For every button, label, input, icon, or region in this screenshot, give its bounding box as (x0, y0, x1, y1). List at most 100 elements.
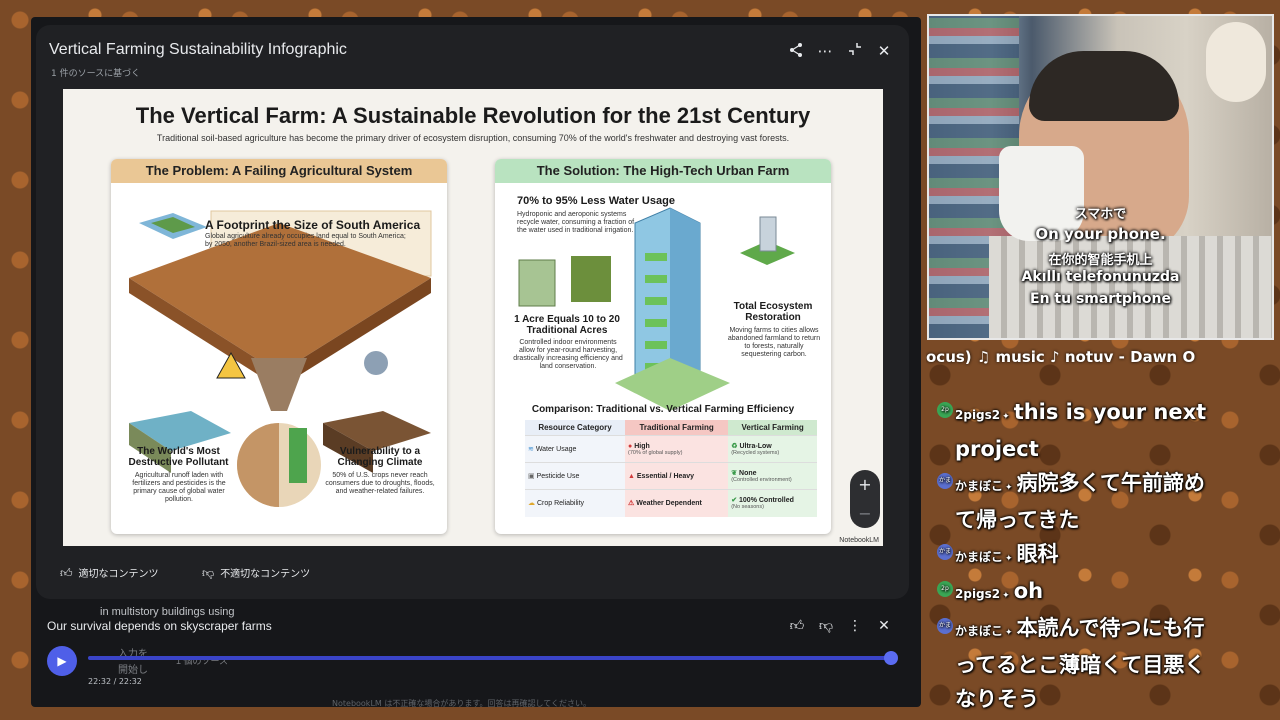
plush-bear (1206, 22, 1266, 102)
table-header: Traditional Farming (625, 420, 729, 436)
chat-username: かまぼこ (955, 624, 1004, 638)
avatar: かま (937, 544, 953, 560)
play-button[interactable]: ▶ (47, 646, 77, 676)
comparison-table: Resource Category Traditional Farming Ve… (525, 420, 817, 517)
pollutant-text: Agricultural runoff laden with fertilize… (132, 472, 226, 503)
chat-message: かま かまぼこ ✦ 本読んで待つにも行ってるとこ薄暗くて目悪くなりそう (935, 612, 1225, 717)
solution-header: The Solution: The High-Tech Urban Farm (495, 159, 831, 183)
table-row: ▣ Pesticide Use ▲ Essential / Heavy ❦ No… (525, 462, 817, 490)
footprint-title: A Footprint the Size of South America (205, 218, 421, 232)
acre-title: 1 Acre Equals 10 to 20 Traditional Acres (514, 314, 620, 336)
good-content-button[interactable]: 👍︎ 適切なコンテンツ (60, 560, 159, 586)
avatar: 2p (937, 581, 953, 597)
thumbs-up-icon[interactable]: 👍︎ (787, 616, 807, 636)
table-header: Resource Category (525, 420, 625, 436)
notebooklm-watermark: NotebookLM (839, 537, 879, 544)
modal-subtitle: 1 件のソースに基づく (51, 69, 141, 79)
close-icon[interactable]: ✕ (875, 42, 893, 60)
avatar: 2p (937, 402, 953, 418)
modal-title: Vertical Farming Sustainability Infograp… (49, 41, 347, 58)
chat-username: かまぼこ (955, 479, 1004, 493)
flame-icon: ▲ (628, 472, 637, 480)
water-title: 70% to 95% Less Water Usage (517, 195, 675, 207)
table-cell: ❦ None (Controlled environment) (728, 462, 817, 490)
problem-panel: The Problem: A Failing Agricultural Syst… (111, 159, 447, 534)
thumbs-down-icon[interactable]: 👎︎ (816, 616, 836, 636)
collapse-icon[interactable] (846, 42, 864, 60)
background-text: in multistory buildings using (100, 606, 235, 618)
table-cell: ⚠ Weather Dependent (625, 489, 729, 517)
chat-message: かま かまぼこ ✦ 病院多くて午前諦めて帰ってきた (935, 467, 1225, 538)
more-icon[interactable]: ⋯ (816, 42, 834, 60)
badge-icon: ✦ (1005, 554, 1013, 564)
table-cell: ● High (70% of global supply) (625, 435, 729, 463)
climate-text: 50% of U.S. crops never reach consumers … (325, 472, 435, 495)
playback-time: 22:32 / 22:32 (88, 677, 142, 686)
chat-username: かまぼこ (955, 550, 1004, 564)
table-header: Vertical Farming (728, 420, 817, 436)
warning-icon: ⚠ (628, 500, 637, 508)
climate-title: Vulnerability to a Changing Climate (337, 446, 423, 468)
problem-header: The Problem: A Failing Agricultural Syst… (111, 159, 447, 183)
background-text: 開始し (118, 665, 148, 676)
thumbs-down-icon: 👎︎ (202, 566, 215, 580)
badge-icon: ✦ (1005, 483, 1013, 493)
chat-text: oh (1013, 579, 1044, 603)
caption-line: スマホで (1074, 207, 1127, 222)
avatar: かま (937, 473, 953, 489)
chat-message: 2p 2pigs2 ✦ this is your next project (935, 396, 1225, 467)
infographic-image: The Vertical Farm: A Sustainable Revolut… (63, 89, 883, 546)
infographic-title: The Vertical Farm: A Sustainable Revolut… (135, 103, 811, 128)
share-icon[interactable] (787, 42, 805, 60)
spray-icon: ▣ (528, 473, 537, 480)
caption-line: 在你的智能手机上 (1048, 253, 1153, 268)
acre-text: Controlled indoor environments allow for… (513, 339, 623, 370)
close-icon[interactable]: ✕ (874, 616, 894, 636)
solution-panel: The Solution: The High-Tech Urban Farm 7… (495, 159, 831, 534)
restore-title: Total Ecosystem Restoration (733, 301, 813, 323)
table-cell: ☁ Crop Reliability (525, 489, 625, 517)
infographic-subtitle: Traditional soil-based agriculture has b… (156, 133, 790, 143)
table-row: ☁ Crop Reliability ⚠ Weather Dependent ✔… (525, 489, 817, 517)
table-cell: ✔ 100% Controlled (No seasons) (728, 489, 817, 517)
table-cell: ▲ Essential / Heavy (625, 462, 729, 490)
zoom-out-button[interactable]: − (850, 499, 880, 528)
chat-text: 眼科 (1016, 542, 1059, 566)
zoom-in-button[interactable]: + (850, 470, 880, 499)
leaf-icon: ❦ (731, 470, 740, 477)
comparison-title: Comparison: Traditional vs. Vertical Far… (531, 404, 795, 415)
disclaimer-text: NotebookLM は不正確な場合があります。回答は再確認してください。 (332, 699, 592, 708)
chat-username: 2pigs2 (955, 408, 1001, 422)
chat-username: 2pigs2 (955, 587, 1001, 601)
play-icon: ▶ (57, 654, 67, 668)
chat-panel: 2p 2pigs2 ✦ this is your next project かま かまぼこ… (935, 396, 1225, 717)
more-icon[interactable]: ⋮ (845, 616, 865, 636)
pollutant-title: The World's Most Destructive Pollutant (128, 446, 229, 468)
table-cell: ▣ Pesticide Use (525, 462, 625, 490)
zoom-controls: + − (850, 470, 880, 528)
caption-line: En tu smartphone (1030, 291, 1171, 307)
badge-icon: ✦ (1002, 412, 1010, 422)
progress-bar[interactable] (88, 656, 890, 660)
badge-icon: ✦ (1005, 628, 1013, 638)
table-cell: ≋ Water Usage (525, 435, 625, 463)
check-icon: ✔ (731, 497, 740, 505)
now-playing-ticker: ocus) ♫ music ♪ notuv - Dawn O (926, 348, 1196, 366)
avatar: かま (937, 618, 953, 634)
footprint-text: Global agriculture already occupies land… (205, 233, 406, 248)
chat-message: 2p 2pigs2 ✦ oh (935, 575, 1225, 612)
weather-icon: ☁ (528, 500, 537, 508)
water-drop-icon: ≋ (528, 446, 536, 453)
bad-content-button[interactable]: 👎︎ 不適切なコンテンツ (202, 560, 310, 586)
webcam-feed: スマホで On your phone. 在你的智能手机上 Akıllı tele… (927, 14, 1274, 340)
badge-icon: ✦ (1002, 591, 1010, 601)
water-text: Hydroponic and aeroponic systems recycle… (517, 211, 635, 234)
restore-text: Moving farms to cities allows abandoned … (727, 327, 821, 358)
table-row: ≋ Water Usage ● High (70% of global suppl… (525, 435, 817, 463)
caption-line: On your phone. (1035, 225, 1166, 243)
chat-message: かま かまぼこ ✦ 眼科 (935, 538, 1225, 575)
caption-line: Akıllı telefonunuzda (1021, 269, 1180, 285)
thumbs-up-icon: 👍︎ (60, 566, 73, 580)
table-cell: ♻ Ultra-Low (Recycled systems) (728, 435, 817, 463)
progress-handle[interactable] (884, 651, 898, 665)
